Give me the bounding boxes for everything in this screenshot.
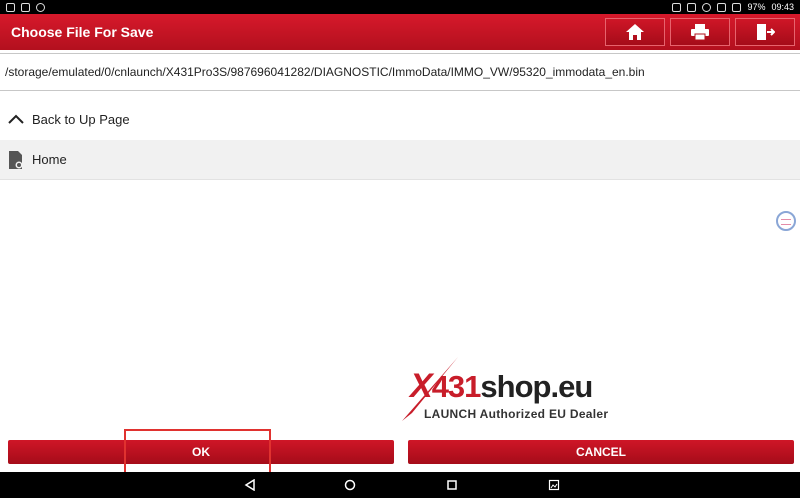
page-title: Choose File For Save: [11, 24, 154, 40]
nav-screenshot-button[interactable]: [546, 477, 562, 493]
vibrate-icon: [687, 2, 697, 12]
app-notification-icon: [36, 2, 45, 12]
home-circle-icon: [344, 479, 356, 491]
nav-home-button[interactable]: [342, 477, 358, 493]
no-sim-icon: [717, 2, 727, 12]
floating-assistant-icon[interactable]: [776, 211, 796, 231]
chevron-up-icon: [8, 114, 24, 124]
recents-square-icon: [447, 480, 457, 490]
screenshot-icon: [548, 479, 560, 491]
bluetooth-icon: [672, 2, 682, 12]
usb-debug-icon: [21, 2, 30, 12]
exit-button[interactable]: [735, 18, 795, 46]
android-nav-bar: [0, 472, 800, 498]
watermark-logo: X431shop.eu LAUNCH Authorized EU Dealer: [398, 355, 618, 425]
watermark-tagline: LAUNCH Authorized EU Dealer: [424, 407, 609, 421]
print-button[interactable]: [670, 18, 730, 46]
watermark-brand: X431shop.eu: [410, 367, 593, 405]
battery-level: 97%: [747, 2, 766, 12]
back-triangle-icon: [244, 479, 255, 491]
list-item-label: Home: [32, 152, 67, 167]
printer-icon: [691, 24, 709, 41]
battery-icon: [732, 2, 742, 12]
cancel-button[interactable]: CANCEL: [408, 440, 794, 464]
folder-settings-icon: [9, 150, 23, 169]
home-icon: [626, 24, 644, 40]
clock: 09:43: [771, 2, 794, 12]
wifi-icon: [702, 2, 712, 12]
title-bar: Choose File For Save: [0, 14, 800, 50]
image-notification-icon: [6, 2, 15, 12]
status-bar: 97% 09:43: [0, 0, 800, 14]
back-to-up-page-label: Back to Up Page: [32, 111, 130, 127]
list-item-home[interactable]: Home: [0, 140, 800, 180]
nav-back-button[interactable]: [242, 477, 258, 493]
exit-icon: [757, 24, 775, 40]
nav-recents-button[interactable]: [444, 477, 460, 493]
ok-highlight-box: [124, 429, 271, 475]
file-path-text: /storage/emulated/0/cnlaunch/X431Pro3S/9…: [5, 65, 645, 79]
file-path-field: /storage/emulated/0/cnlaunch/X431Pro3S/9…: [0, 53, 800, 91]
back-to-up-page-row[interactable]: Back to Up Page: [0, 100, 800, 138]
home-button[interactable]: [605, 18, 665, 46]
